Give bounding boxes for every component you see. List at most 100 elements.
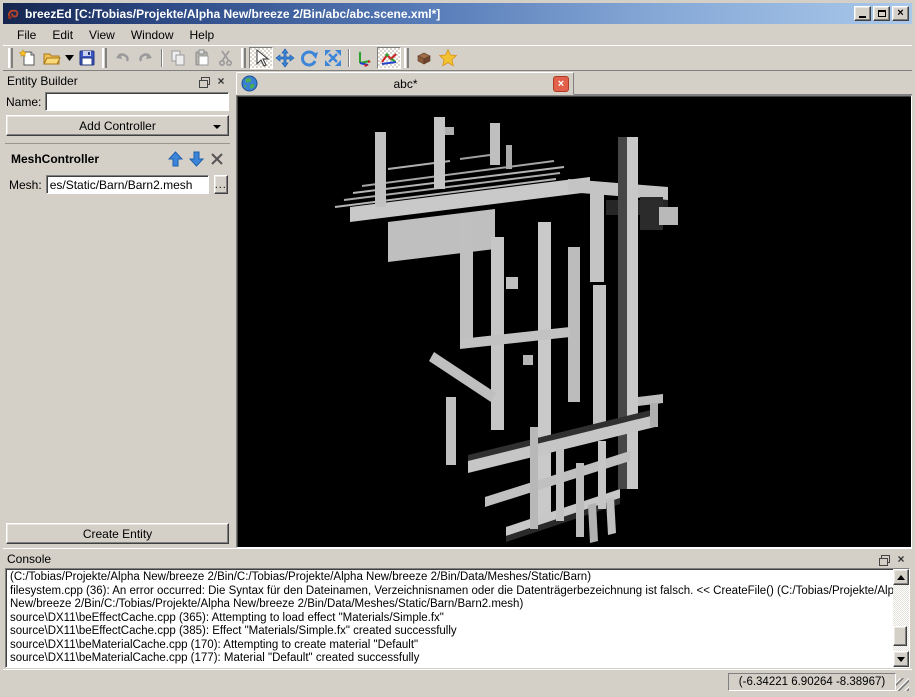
maximize-icon: [877, 10, 886, 17]
save-button[interactable]: [75, 47, 99, 69]
3d-mesh-wireframe: [334, 117, 678, 543]
float-icon: [198, 76, 210, 88]
console-header[interactable]: Console ×: [5, 550, 910, 568]
maximize-button[interactable]: [873, 6, 890, 21]
tab-label: abc*: [393, 76, 418, 91]
console-line: source\DX11\beMaterialCache.cpp (170): A…: [10, 638, 419, 651]
paste-icon: [195, 49, 209, 66]
close-icon: ×: [897, 7, 904, 19]
create-entity-button[interactable]: Create Entity: [6, 523, 229, 544]
rotate-tool-button[interactable]: [297, 47, 321, 69]
remove-controller-button[interactable]: [208, 150, 226, 167]
copy-button: [166, 47, 190, 69]
new-file-button[interactable]: [16, 47, 40, 69]
close-button[interactable]: ×: [892, 6, 909, 21]
add-controller-button[interactable]: Add Controller: [6, 115, 229, 136]
copy-icon: [171, 50, 185, 66]
toolbar-separator: [348, 49, 350, 67]
entity-builder-header[interactable]: Entity Builder ×: [5, 72, 230, 90]
mesh-controller-title: MeshController: [11, 151, 100, 166]
toolbar-separator: [161, 49, 163, 67]
browse-mesh-button[interactable]: ...: [213, 175, 228, 194]
scroll-up-button[interactable]: [893, 569, 909, 585]
float-panel-button[interactable]: [196, 75, 210, 88]
save-icon: [79, 50, 95, 66]
console-title: Console: [7, 552, 52, 566]
cut-button: [214, 47, 238, 69]
axes-icon: [358, 51, 371, 67]
rotate-icon: [301, 50, 318, 67]
toolbar-handle[interactable]: [404, 48, 409, 68]
scrollbar-thumb[interactable]: [893, 625, 907, 646]
star-icon: [438, 48, 458, 67]
scroll-down-button[interactable]: [893, 651, 909, 667]
move-icon: [275, 48, 295, 68]
close-panel-button[interactable]: ×: [894, 553, 908, 566]
mesh-path-input[interactable]: [45, 175, 209, 194]
minimize-icon: [859, 16, 866, 18]
viewport-3d[interactable]: [236, 95, 912, 548]
float-panel-button[interactable]: [876, 553, 890, 566]
paste-button: [190, 47, 214, 69]
tab-abc[interactable]: abc* ×: [236, 72, 574, 95]
cube-tool-button[interactable]: [412, 47, 436, 69]
cursor-coordinates: (-6.34221 6.90264 -8.38967): [728, 673, 896, 691]
close-icon: [211, 152, 223, 165]
scale-icon: [325, 50, 341, 66]
new-file-icon: [18, 49, 35, 66]
open-file-button[interactable]: [40, 47, 64, 69]
align-terrain-tool-button[interactable]: [377, 47, 401, 69]
scale-tool-button[interactable]: [321, 47, 345, 69]
console-line: New/breeze 2/Bin/C:/Tobias/Projekte/Alph…: [10, 598, 524, 610]
console-log[interactable]: (C:/Tobias/Projekte/Alpha New/breeze 2/B…: [6, 569, 893, 667]
menu-edit[interactable]: Edit: [44, 26, 81, 44]
scrollbar-track[interactable]: [893, 585, 909, 651]
move-controller-up-button[interactable]: [166, 150, 184, 167]
console-line: (C:/Tobias/Projekte/Alpha New/breeze 2/B…: [10, 571, 592, 583]
move-tool-button[interactable]: [273, 47, 297, 69]
redo-icon: [139, 53, 152, 62]
console-line: source\DX11\beEffectCache.cpp (385): Eff…: [10, 625, 457, 637]
window-title: breezEd [C:/Tobias/Projekte/Alpha New/br…: [25, 6, 441, 21]
float-icon: [878, 554, 890, 566]
toolbar-handle[interactable]: [8, 48, 13, 68]
favorites-star-button[interactable]: [436, 47, 460, 69]
entity-name-input[interactable]: [45, 92, 229, 111]
status-bar: (-6.34221 6.90264 -8.38967): [3, 669, 912, 694]
move-controller-down-button[interactable]: [187, 150, 205, 167]
console-line: source\DX11\beMaterialCache.cpp (177): M…: [10, 652, 420, 664]
console-scrollbar[interactable]: [893, 569, 909, 667]
arrow-up-icon: [167, 150, 183, 166]
menu-bar: File Edit View Window Help: [3, 24, 912, 45]
globe-icon: [241, 75, 258, 92]
minimize-button[interactable]: [854, 6, 871, 21]
menu-window[interactable]: Window: [123, 26, 182, 44]
arrow-down-icon: [188, 151, 204, 167]
toolbar-handle[interactable]: [241, 48, 246, 68]
name-label: Name:: [6, 94, 42, 109]
resize-grip[interactable]: [896, 678, 909, 691]
add-controller-label: Add Controller: [79, 118, 156, 133]
cut-icon: [218, 50, 233, 67]
close-icon: ×: [897, 552, 905, 566]
toolbar-handle[interactable]: [102, 48, 107, 68]
undo-button: [110, 47, 134, 69]
close-panel-button[interactable]: ×: [214, 75, 228, 88]
console-line: source\DX11\beEffectCache.cpp (365): Att…: [10, 611, 444, 624]
title-bar[interactable]: breezEd [C:/Tobias/Projekte/Alpha New/br…: [3, 3, 912, 24]
redo-button: [134, 47, 158, 69]
menu-file[interactable]: File: [9, 26, 44, 44]
viewport-tab-bar: abc* ×: [236, 71, 912, 95]
axes-widget-button[interactable]: [353, 47, 377, 69]
close-icon: ×: [217, 74, 225, 88]
menu-view[interactable]: View: [81, 26, 123, 44]
menu-help[interactable]: Help: [182, 26, 223, 44]
app-icon[interactable]: [6, 6, 21, 21]
mesh-label: Mesh:: [9, 177, 42, 192]
undo-icon: [116, 53, 129, 62]
select-tool-button[interactable]: [249, 47, 273, 69]
tab-close-button[interactable]: ×: [553, 75, 569, 92]
open-file-dropdown[interactable]: [64, 47, 75, 69]
app-window: breezEd [C:/Tobias/Projekte/Alpha New/br…: [0, 0, 915, 697]
cube-icon: [417, 52, 431, 65]
